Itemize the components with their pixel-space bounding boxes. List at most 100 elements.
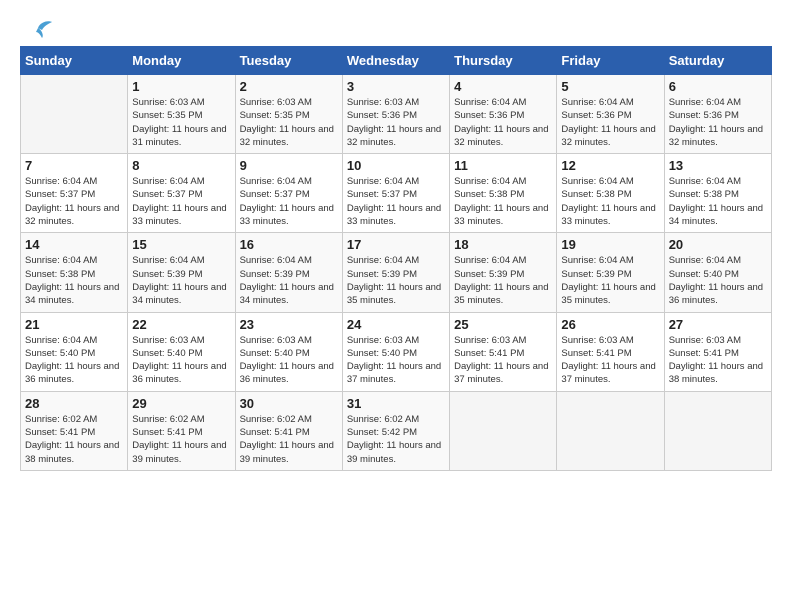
day-info: Sunrise: 6:04 AMSunset: 5:39 PMDaylight:…: [454, 254, 552, 307]
header-wednesday: Wednesday: [342, 47, 449, 75]
calendar-cell: 27 Sunrise: 6:03 AMSunset: 5:41 PMDayligh…: [664, 312, 771, 391]
day-info: Sunrise: 6:04 AMSunset: 5:38 PMDaylight:…: [669, 175, 767, 228]
day-number: 6: [669, 79, 767, 94]
day-number: 25: [454, 317, 552, 332]
header-monday: Monday: [128, 47, 235, 75]
header-thursday: Thursday: [450, 47, 557, 75]
calendar-cell: 6 Sunrise: 6:04 AMSunset: 5:36 PMDaylight…: [664, 75, 771, 154]
calendar-cell: 15Sunrise: 6:04 AMSunset: 5:39 PMDayligh…: [128, 233, 235, 312]
calendar-cell: [450, 391, 557, 470]
day-info: Sunrise: 6:02 AMSunset: 5:42 PMDaylight:…: [347, 413, 445, 466]
calendar-cell: 20 Sunrise: 6:04 AMSunset: 5:40 PMDayligh…: [664, 233, 771, 312]
logo: [20, 20, 54, 36]
day-info: Sunrise: 6:04 AMSunset: 5:36 PMDaylight:…: [669, 96, 767, 149]
day-number: 22: [132, 317, 230, 332]
day-number: 4: [454, 79, 552, 94]
calendar-cell: 5 Sunrise: 6:04 AMSunset: 5:36 PMDaylight…: [557, 75, 664, 154]
day-number: 8: [132, 158, 230, 173]
day-info: Sunrise: 6:04 AMSunset: 5:37 PMDaylight:…: [240, 175, 338, 228]
calendar-cell: 26 Sunrise: 6:03 AMSunset: 5:41 PMDayligh…: [557, 312, 664, 391]
calendar-cell: 31 Sunrise: 6:02 AMSunset: 5:42 PMDayligh…: [342, 391, 449, 470]
calendar-cell: 19 Sunrise: 6:04 AMSunset: 5:39 PMDayligh…: [557, 233, 664, 312]
calendar-cell: [664, 391, 771, 470]
calendar-table: SundayMondayTuesdayWednesdayThursdayFrid…: [20, 46, 772, 471]
calendar-cell: 22 Sunrise: 6:03 AMSunset: 5:40 PMDayligh…: [128, 312, 235, 391]
day-info: Sunrise: 6:02 AMSunset: 5:41 PMDaylight:…: [240, 413, 338, 466]
day-number: 21: [25, 317, 123, 332]
day-info: Sunrise: 6:02 AMSunset: 5:41 PMDaylight:…: [25, 413, 123, 466]
calendar-cell: [557, 391, 664, 470]
day-number: 3: [347, 79, 445, 94]
day-number: 27: [669, 317, 767, 332]
day-info: Sunrise: 6:02 AMSunset: 5:41 PMDaylight:…: [132, 413, 230, 466]
day-number: 11: [454, 158, 552, 173]
day-number: 12: [561, 158, 659, 173]
calendar-week-2: 7Sunrise: 6:04 AMSunset: 5:37 PMDaylight…: [21, 154, 772, 233]
day-number: 14: [25, 237, 123, 252]
calendar-cell: 2 Sunrise: 6:03 AMSunset: 5:35 PMDaylight…: [235, 75, 342, 154]
day-number: 18: [454, 237, 552, 252]
day-number: 24: [347, 317, 445, 332]
day-info: Sunrise: 6:03 AMSunset: 5:41 PMDaylight:…: [669, 334, 767, 387]
day-number: 15: [132, 237, 230, 252]
calendar-cell: 28 Sunrise: 6:02 AMSunset: 5:41 PMDayligh…: [21, 391, 128, 470]
calendar-cell: 13 Sunrise: 6:04 AMSunset: 5:38 PMDayligh…: [664, 154, 771, 233]
day-number: 1: [132, 79, 230, 94]
logo-bird-icon: [22, 20, 54, 40]
calendar-cell: 29 Sunrise: 6:02 AMSunset: 5:41 PMDayligh…: [128, 391, 235, 470]
day-info: Sunrise: 6:04 AMSunset: 5:36 PMDaylight:…: [561, 96, 659, 149]
day-number: 26: [561, 317, 659, 332]
calendar-cell: 25Sunrise: 6:03 AMSunset: 5:41 PMDayligh…: [450, 312, 557, 391]
day-info: Sunrise: 6:03 AMSunset: 5:40 PMDaylight:…: [347, 334, 445, 387]
calendar-cell: 11 Sunrise: 6:04 AMSunset: 5:38 PMDayligh…: [450, 154, 557, 233]
day-number: 28: [25, 396, 123, 411]
calendar-cell: 18 Sunrise: 6:04 AMSunset: 5:39 PMDayligh…: [450, 233, 557, 312]
calendar-cell: 30 Sunrise: 6:02 AMSunset: 5:41 PMDayligh…: [235, 391, 342, 470]
calendar-cell: 17 Sunrise: 6:04 AMSunset: 5:39 PMDayligh…: [342, 233, 449, 312]
calendar-week-4: 21 Sunrise: 6:04 AMSunset: 5:40 PMDayligh…: [21, 312, 772, 391]
day-info: Sunrise: 6:04 AMSunset: 5:40 PMDaylight:…: [669, 254, 767, 307]
day-number: 17: [347, 237, 445, 252]
calendar-week-3: 14 Sunrise: 6:04 AMSunset: 5:38 PMDayligh…: [21, 233, 772, 312]
calendar-cell: 3 Sunrise: 6:03 AMSunset: 5:36 PMDaylight…: [342, 75, 449, 154]
day-info: Sunrise: 6:03 AMSunset: 5:35 PMDaylight:…: [240, 96, 338, 149]
day-number: 5: [561, 79, 659, 94]
calendar-header-row: SundayMondayTuesdayWednesdayThursdayFrid…: [21, 47, 772, 75]
header-sunday: Sunday: [21, 47, 128, 75]
header-friday: Friday: [557, 47, 664, 75]
day-info: Sunrise: 6:04 AMSunset: 5:39 PMDaylight:…: [561, 254, 659, 307]
day-info: Sunrise: 6:03 AMSunset: 5:40 PMDaylight:…: [132, 334, 230, 387]
day-info: Sunrise: 6:04 AMSunset: 5:38 PMDaylight:…: [454, 175, 552, 228]
day-info: Sunrise: 6:04 AMSunset: 5:39 PMDaylight:…: [240, 254, 338, 307]
day-info: Sunrise: 6:03 AMSunset: 5:40 PMDaylight:…: [240, 334, 338, 387]
calendar-cell: 10 Sunrise: 6:04 AMSunset: 5:37 PMDayligh…: [342, 154, 449, 233]
calendar-cell: 16Sunrise: 6:04 AMSunset: 5:39 PMDayligh…: [235, 233, 342, 312]
day-number: 29: [132, 396, 230, 411]
day-number: 19: [561, 237, 659, 252]
calendar-cell: 14 Sunrise: 6:04 AMSunset: 5:38 PMDayligh…: [21, 233, 128, 312]
day-number: 31: [347, 396, 445, 411]
calendar-cell: 7Sunrise: 6:04 AMSunset: 5:37 PMDaylight…: [21, 154, 128, 233]
day-info: Sunrise: 6:03 AMSunset: 5:41 PMDaylight:…: [561, 334, 659, 387]
day-number: 10: [347, 158, 445, 173]
day-number: 13: [669, 158, 767, 173]
day-info: Sunrise: 6:04 AMSunset: 5:39 PMDaylight:…: [347, 254, 445, 307]
day-info: Sunrise: 6:04 AMSunset: 5:37 PMDaylight:…: [347, 175, 445, 228]
day-number: 9: [240, 158, 338, 173]
calendar-cell: 4Sunrise: 6:04 AMSunset: 5:36 PMDaylight…: [450, 75, 557, 154]
day-info: Sunrise: 6:03 AMSunset: 5:36 PMDaylight:…: [347, 96, 445, 149]
day-info: Sunrise: 6:04 AMSunset: 5:38 PMDaylight:…: [25, 254, 123, 307]
calendar-cell: 12 Sunrise: 6:04 AMSunset: 5:38 PMDayligh…: [557, 154, 664, 233]
day-number: 20: [669, 237, 767, 252]
calendar-cell: [21, 75, 128, 154]
day-number: 2: [240, 79, 338, 94]
day-info: Sunrise: 6:04 AMSunset: 5:38 PMDaylight:…: [561, 175, 659, 228]
day-number: 30: [240, 396, 338, 411]
calendar-cell: 9 Sunrise: 6:04 AMSunset: 5:37 PMDaylight…: [235, 154, 342, 233]
day-info: Sunrise: 6:04 AMSunset: 5:37 PMDaylight:…: [132, 175, 230, 228]
day-info: Sunrise: 6:04 AMSunset: 5:40 PMDaylight:…: [25, 334, 123, 387]
day-number: 23: [240, 317, 338, 332]
calendar-cell: 8 Sunrise: 6:04 AMSunset: 5:37 PMDaylight…: [128, 154, 235, 233]
header-tuesday: Tuesday: [235, 47, 342, 75]
calendar-cell: 23 Sunrise: 6:03 AMSunset: 5:40 PMDayligh…: [235, 312, 342, 391]
